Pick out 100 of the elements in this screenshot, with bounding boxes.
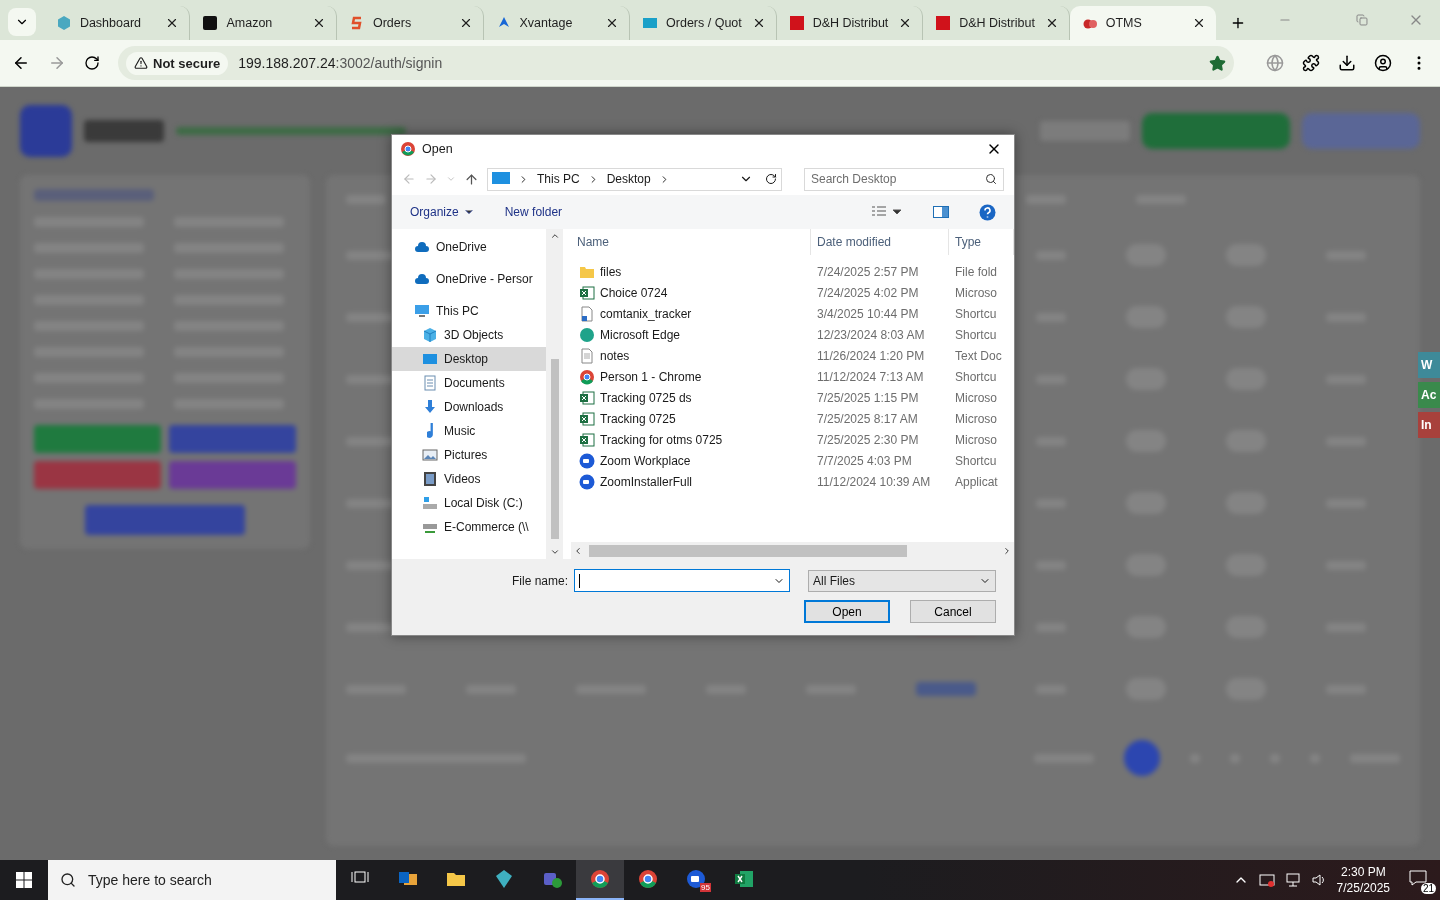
forward-icon[interactable] bbox=[48, 54, 66, 72]
monitor-icon bbox=[492, 172, 510, 186]
gem-icon bbox=[494, 869, 514, 889]
volume-icon[interactable] bbox=[1310, 872, 1327, 888]
file-row[interactable]: files 7/24/2025 2:57 PM File fold bbox=[571, 261, 1014, 282]
preview-pane-icon[interactable] bbox=[933, 206, 949, 218]
open-button[interactable]: Open bbox=[804, 600, 890, 623]
nav-item[interactable]: Videos bbox=[392, 467, 546, 491]
nav-item[interactable]: Music bbox=[392, 419, 546, 443]
refresh-icon[interactable] bbox=[765, 173, 777, 185]
search-icon bbox=[60, 872, 76, 888]
download-icon[interactable] bbox=[1338, 54, 1356, 72]
security-chip[interactable]: Not secure bbox=[126, 51, 229, 75]
file-row[interactable]: Choice 0724 7/24/2025 4:02 PM Microso bbox=[571, 282, 1014, 303]
drive-icon bbox=[422, 495, 438, 511]
extensions-icon[interactable] bbox=[1302, 54, 1320, 72]
file-row[interactable]: comtanix_tracker 3/4/2025 10:44 PM Shortcu bbox=[571, 303, 1014, 324]
file-row[interactable]: Tracking 0725 7/25/2025 8:17 AM Microso bbox=[571, 408, 1014, 429]
browser-icon bbox=[579, 326, 595, 343]
breadcrumb-item[interactable]: Desktop bbox=[606, 172, 651, 186]
document-icon bbox=[422, 375, 438, 391]
column-header[interactable]: Date modified bbox=[811, 229, 949, 255]
scrollbar-thumb[interactable] bbox=[589, 544, 907, 557]
app-logo bbox=[20, 105, 72, 157]
side-tab[interactable]: W bbox=[1418, 352, 1440, 378]
browser-tab[interactable]: OTMS bbox=[1069, 6, 1217, 40]
scroll-down-icon[interactable] bbox=[549, 547, 560, 557]
column-header[interactable]: Type bbox=[949, 229, 1014, 255]
close-icon[interactable] bbox=[312, 16, 326, 30]
up-icon[interactable] bbox=[464, 171, 479, 187]
help-icon[interactable] bbox=[979, 203, 996, 221]
site-logo-icon bbox=[642, 15, 659, 31]
nav-item[interactable]: E-Commerce (\\ bbox=[392, 515, 546, 539]
spreadsheet-icon bbox=[579, 389, 595, 406]
file-row[interactable]: Tracking 0725 ds 7/25/2025 1:15 PM Microso bbox=[571, 387, 1014, 408]
file-row[interactable]: Tracking for otms 0725 7/25/2025 2:30 PM Microso bbox=[571, 429, 1014, 450]
nav-item[interactable]: This PC bbox=[392, 299, 546, 323]
spreadsheet-icon bbox=[579, 410, 595, 427]
browser-icon bbox=[638, 869, 658, 889]
cancel-button[interactable]: Cancel bbox=[910, 600, 996, 623]
file-row[interactable]: Zoom Workplace 7/7/2025 4:03 PM Shortcu bbox=[571, 450, 1014, 471]
nav-item[interactable]: Downloads bbox=[392, 395, 546, 419]
nav-item[interactable]: Desktop bbox=[392, 347, 546, 371]
address-bar[interactable]: This PC Desktop bbox=[487, 167, 782, 191]
view-options-icon[interactable] bbox=[871, 205, 903, 219]
browser-icon bbox=[400, 141, 416, 157]
tray-app-icon[interactable] bbox=[1258, 872, 1275, 888]
scrollbar-thumb[interactable] bbox=[550, 359, 559, 539]
file-type-select[interactable]: All Files bbox=[808, 569, 996, 592]
taskbar-search-field[interactable]: Type here to search bbox=[48, 860, 336, 900]
bookmark-star-icon[interactable] bbox=[1209, 54, 1226, 72]
spreadsheet-icon bbox=[579, 431, 595, 448]
address-field[interactable]: 199.188.207.24:3002/auth/signin bbox=[238, 55, 1199, 71]
taskbar-app[interactable] bbox=[576, 860, 624, 900]
globe-icon[interactable] bbox=[1266, 54, 1284, 72]
taskbar-app[interactable]: 95 bbox=[672, 860, 720, 900]
spreadsheet-icon bbox=[734, 869, 754, 889]
reload-icon[interactable] bbox=[84, 55, 100, 71]
image-icon bbox=[422, 447, 438, 463]
cloud-icon bbox=[414, 239, 430, 255]
file-row[interactable]: Person 1 - Chrome 11/12/2024 7:13 AM Shortcu bbox=[571, 366, 1014, 387]
browser-icon bbox=[590, 869, 610, 889]
scrollbar[interactable] bbox=[546, 229, 563, 559]
music-note-icon bbox=[427, 423, 433, 439]
cube-icon bbox=[422, 327, 438, 343]
file-row[interactable]: Microsoft Edge 12/23/2024 8:03 AM Shortcu bbox=[571, 324, 1014, 345]
new-folder-button[interactable]: New folder bbox=[504, 205, 563, 219]
file-row[interactable]: notes 11/26/2024 1:20 PM Text Doc bbox=[571, 345, 1014, 366]
nav-item[interactable]: OneDrive - Persor bbox=[392, 267, 546, 291]
file-name-field[interactable] bbox=[574, 569, 790, 592]
side-tab[interactable]: In bbox=[1418, 412, 1440, 438]
clock[interactable]: 2:30 PM 7/25/2025 bbox=[1336, 864, 1390, 896]
organize-menu[interactable]: Organize bbox=[410, 205, 475, 219]
side-tab[interactable]: Ac bbox=[1418, 382, 1440, 408]
site-logo-icon bbox=[935, 15, 952, 31]
scroll-right-icon[interactable] bbox=[1002, 545, 1012, 556]
nav-item[interactable]: OneDrive bbox=[392, 235, 546, 259]
spreadsheet-icon bbox=[579, 284, 595, 301]
scroll-up-icon[interactable] bbox=[549, 231, 560, 241]
video-app-icon bbox=[579, 452, 595, 469]
profile-icon[interactable] bbox=[1374, 54, 1392, 72]
search-field[interactable]: Search Desktop bbox=[804, 167, 1004, 191]
warning-icon bbox=[134, 56, 148, 70]
nav-item[interactable]: 3D Objects bbox=[392, 323, 546, 347]
file-row[interactable]: ZoomInstallerFull 11/12/2024 10:39 AM Applicat bbox=[571, 471, 1014, 492]
scrollbar[interactable] bbox=[571, 542, 1014, 559]
nav-item[interactable]: Local Disk (C:) bbox=[392, 491, 546, 515]
column-header[interactable]: Name bbox=[571, 229, 811, 255]
monitor-icon bbox=[422, 351, 438, 367]
network-icon[interactable] bbox=[1284, 872, 1301, 888]
nav-item[interactable]: Pictures bbox=[392, 443, 546, 467]
scroll-left-icon[interactable] bbox=[573, 545, 583, 556]
site-logo-icon bbox=[55, 15, 72, 31]
back-icon[interactable] bbox=[12, 54, 30, 72]
nav-item[interactable]: Documents bbox=[392, 371, 546, 395]
shortcut-icon bbox=[579, 305, 595, 322]
browser-icon bbox=[579, 368, 595, 385]
cloud-icon bbox=[414, 271, 430, 287]
breadcrumb-item[interactable]: This PC bbox=[537, 172, 580, 186]
site-logo-icon bbox=[788, 15, 805, 31]
